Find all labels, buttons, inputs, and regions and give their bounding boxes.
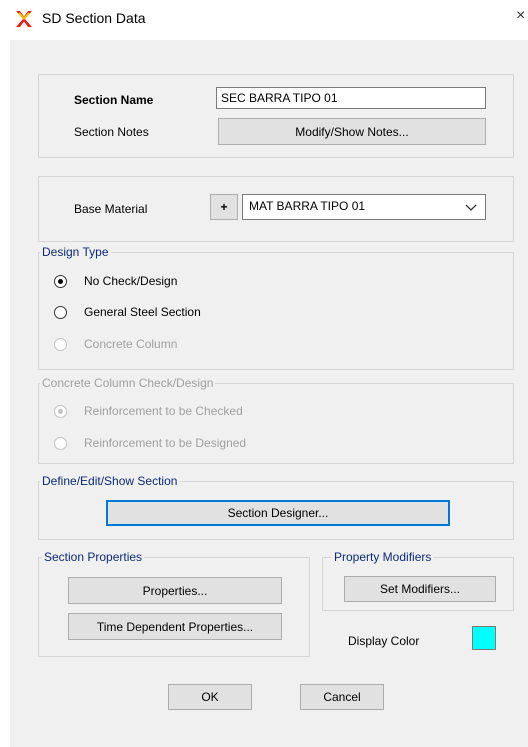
base-material-value: MAT BARRA TIPO 01 (249, 199, 366, 213)
radio-concrete-column-label: Concrete Column (84, 337, 178, 351)
radio-no-check[interactable] (54, 275, 67, 288)
radio-reinf-checked (54, 405, 67, 418)
section-properties-title: Section Properties (42, 550, 145, 564)
cancel-button[interactable]: Cancel (300, 684, 384, 710)
define-section-title: Define/Edit/Show Section (40, 474, 180, 488)
section-notes-label: Section Notes (74, 125, 149, 139)
radio-concrete-column (54, 338, 67, 351)
radio-no-check-label[interactable]: No Check/Design (84, 274, 177, 288)
sap-x-icon (14, 9, 34, 29)
window-title: SD Section Data (42, 10, 146, 26)
radio-reinf-designed (54, 437, 67, 450)
add-material-button[interactable]: + (210, 194, 238, 220)
radio-general-steel-label[interactable]: General Steel Section (84, 305, 201, 319)
base-material-label: Base Material (74, 202, 148, 216)
design-type-title: Design Type (40, 245, 111, 259)
set-modifiers-button[interactable]: Set Modifiers... (344, 576, 496, 602)
property-modifiers-title: Property Modifiers (332, 550, 434, 564)
section-designer-button[interactable]: Section Designer... (106, 500, 450, 526)
section-properties-group (38, 557, 310, 657)
section-name-input[interactable] (216, 87, 486, 109)
section-name-label: Section Name (74, 93, 154, 107)
modify-notes-button[interactable]: Modify/Show Notes... (218, 118, 486, 145)
title-bar: SD Section Data × (0, 0, 528, 36)
concrete-column-title: Concrete Column Check/Design (40, 376, 216, 390)
properties-button[interactable]: Properties... (68, 577, 282, 604)
base-material-select[interactable]: MAT BARRA TIPO 01 (242, 194, 486, 220)
display-color-swatch[interactable] (472, 626, 496, 650)
radio-dot (58, 279, 63, 284)
radio-reinf-designed-label: Reinforcement to be Designed (84, 436, 247, 450)
radio-reinf-checked-label: Reinforcement to be Checked (84, 404, 243, 418)
ok-button[interactable]: OK (168, 684, 252, 710)
display-color-label: Display Color (348, 634, 420, 648)
radio-dot (58, 409, 63, 414)
concrete-column-group (38, 383, 514, 464)
dialog-body: Section Name Section Notes Modify/Show N… (10, 40, 528, 747)
time-dependent-properties-button[interactable]: Time Dependent Properties... (68, 613, 282, 640)
chevron-down-icon (465, 198, 477, 219)
close-icon[interactable]: × (516, 7, 525, 25)
radio-general-steel[interactable] (54, 306, 67, 319)
